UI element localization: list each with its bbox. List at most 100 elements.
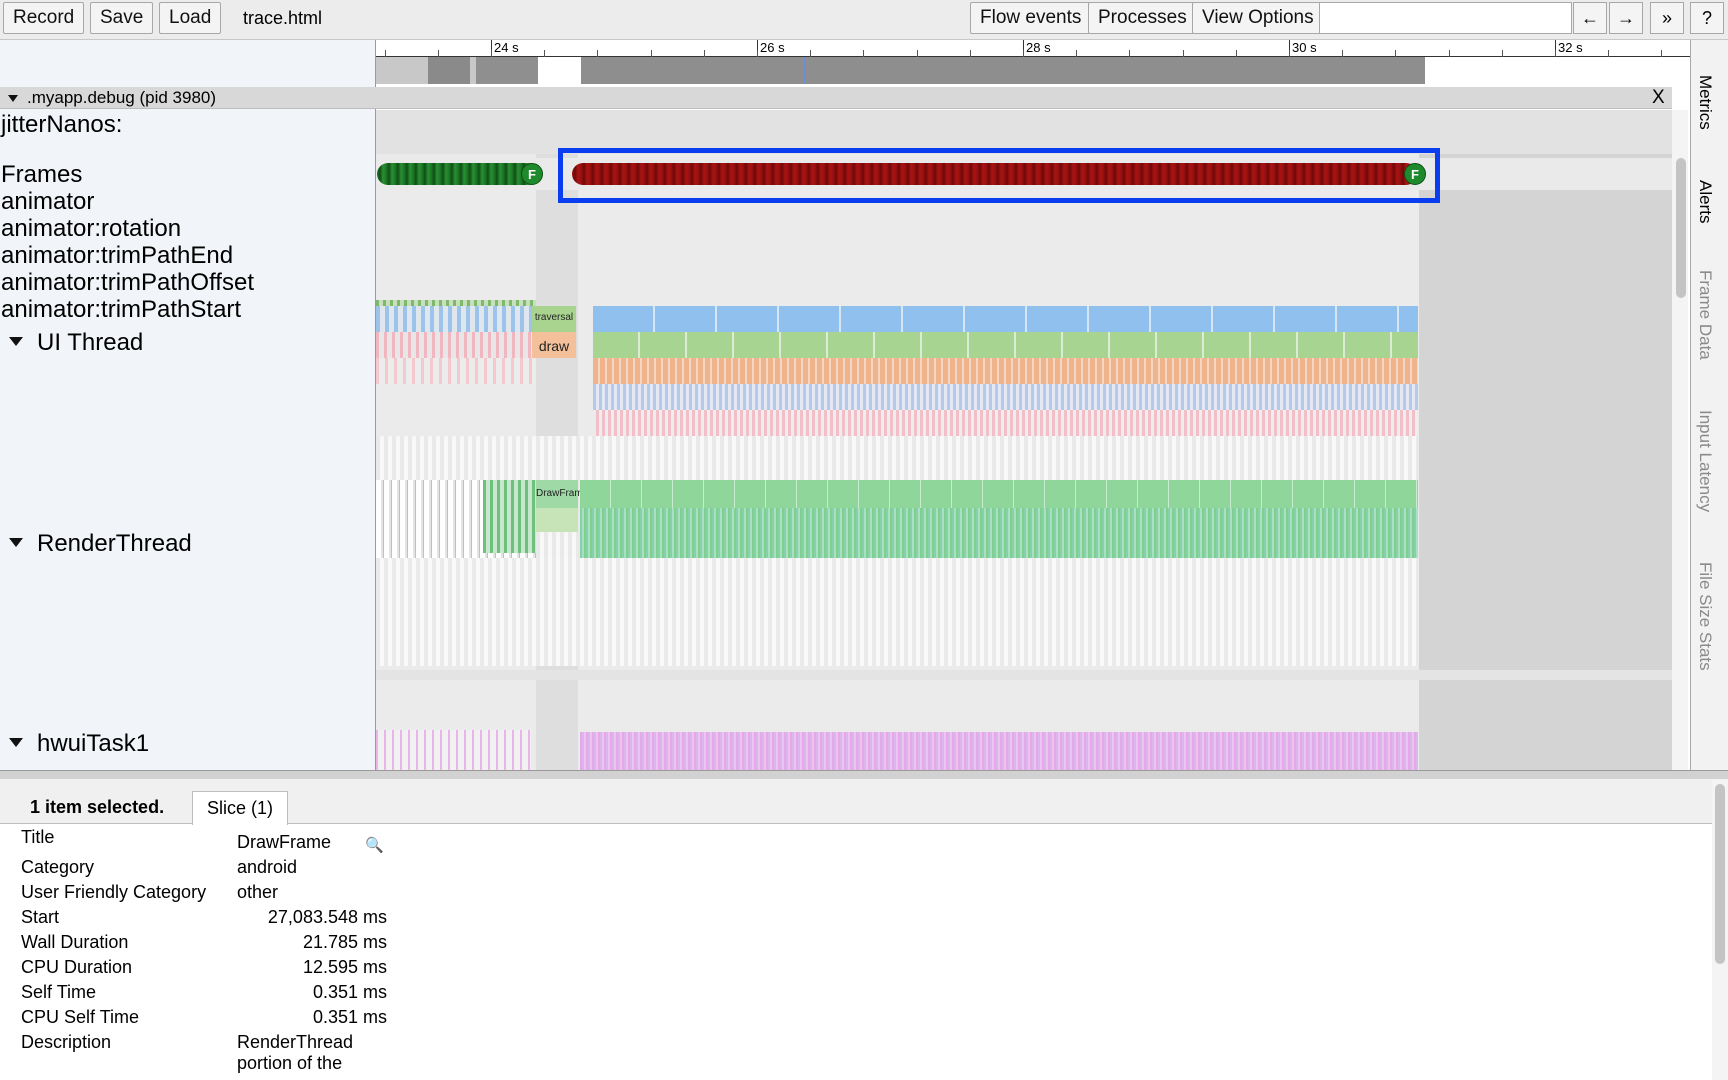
ruler-tick-label: 26 s <box>760 40 785 55</box>
ruler-minor-tick <box>757 50 758 57</box>
record-slices[interactable] <box>593 358 1418 384</box>
draw-label: draw <box>538 338 570 354</box>
side-tab-file-size-stats[interactable]: File Size Stats <box>1695 562 1715 671</box>
hwui-task-group[interactable]: hwuiTask1 <box>0 730 149 758</box>
tracks-scrollbar-thumb[interactable] <box>1676 158 1686 298</box>
property-key: Start <box>21 907 60 927</box>
trace-filename: trace.html <box>243 8 323 28</box>
view-options-button[interactable]: View Options <box>1192 2 1324 34</box>
track-label-panel: jitterNanos: Frames animator animator:ro… <box>0 40 376 770</box>
record-button[interactable]: Record <box>3 2 85 34</box>
property-value: 27,083.548 ms <box>267 907 387 927</box>
ui-thread-early-slices <box>376 332 536 358</box>
analysis-scrollbar[interactable] <box>1712 779 1728 1080</box>
search-icon[interactable]: 🔍 <box>365 836 384 854</box>
timeline-tracks[interactable]: F F traversal draw DrawFrame <box>376 110 1672 770</box>
property-row: CPU Duration 12.595 ms <box>0 957 420 982</box>
render-thread-sub-slices[interactable] <box>580 508 1418 558</box>
draw-slice[interactable]: draw <box>532 332 576 358</box>
ruler-minor-tick <box>1395 50 1396 57</box>
analysis-panel: 1 item selected. Slice (1) Title DrawFra… <box>0 779 1728 1080</box>
track-label-animator: animator <box>1 188 95 215</box>
save-button[interactable]: Save <box>90 2 154 34</box>
track-label-trim-path-end: animator:trimPathEnd <box>1 242 234 269</box>
processes-button[interactable]: Processes <box>1088 2 1197 34</box>
collapse-triangle-icon[interactable] <box>8 95 18 102</box>
ruler-tick-label: 30 s <box>1292 40 1317 55</box>
side-tab-frame-data[interactable]: Frame Data <box>1695 270 1715 360</box>
tracks-scrollbar[interactable] <box>1672 110 1688 770</box>
drawframe-label: DrawFrame <box>536 488 589 499</box>
time-ruler[interactable]: 24 s 26 s 28 s 30 s 32 s <box>376 40 1690 57</box>
property-row: Title DrawFrame <box>0 827 420 852</box>
overview-strip[interactable] <box>376 57 1690 84</box>
close-process-button[interactable]: X <box>1652 87 1665 109</box>
ruler-minor-tick <box>385 50 386 57</box>
property-key: Self Time <box>21 982 97 1002</box>
property-key: Description <box>21 1032 112 1052</box>
property-key: User Friendly Category <box>21 882 207 902</box>
property-row: User Friendly Category other <box>0 882 420 907</box>
side-tab-input-latency[interactable]: Input Latency <box>1695 410 1715 512</box>
ui-thread-early-slices <box>376 306 536 332</box>
frame-marker[interactable]: F <box>521 163 543 185</box>
property-key: Wall Duration <box>21 932 129 952</box>
render-thread-label: RenderThread <box>37 530 192 557</box>
tab-slice[interactable]: Slice (1) <box>192 791 289 825</box>
expand-triangle-icon[interactable] <box>9 738 23 748</box>
render-thread-group[interactable]: RenderThread <box>0 530 192 558</box>
sync-slices[interactable] <box>593 384 1418 410</box>
traversal-slice[interactable]: traversal <box>532 306 576 332</box>
flow-events-button[interactable]: Flow events <box>970 2 1092 34</box>
selection-highlight <box>558 148 1440 203</box>
help-button[interactable]: ? <box>1690 2 1724 34</box>
find-next-button[interactable]: → <box>1609 2 1643 34</box>
toolbar: Record Save Load trace.html Flow events … <box>0 0 1728 40</box>
property-key: Title <box>21 827 55 847</box>
expand-triangle-icon[interactable] <box>9 538 23 548</box>
hwui-task-header <box>376 670 1672 680</box>
side-panel: Metrics Alerts Frame Data Input Latency … <box>1690 40 1728 770</box>
selection-summary: 1 item selected. <box>30 797 165 817</box>
ruler-minor-tick <box>651 50 652 57</box>
panel-resize-handle[interactable] <box>0 770 1728 779</box>
property-row: Start 27,083.548 ms <box>0 907 420 932</box>
drawframe-slice[interactable]: DrawFrame <box>536 480 589 508</box>
ruler-minor-tick <box>1236 50 1237 57</box>
more-button[interactable]: » <box>1650 2 1684 34</box>
process-header[interactable]: .myapp.debug (pid 3980) X <box>0 87 1672 109</box>
ruler-minor-tick <box>1129 50 1130 57</box>
measure-slices[interactable] <box>596 410 1418 436</box>
overview-svg <box>376 57 1690 84</box>
side-tab-metrics[interactable]: Metrics <box>1695 75 1715 130</box>
find-input[interactable] <box>1319 2 1572 34</box>
expand-triangle-icon[interactable] <box>9 337 23 347</box>
ruler-tick-label: 24 s <box>494 40 519 55</box>
ruler-minor-tick <box>1661 50 1662 57</box>
property-key: CPU Duration <box>21 957 133 977</box>
ui-thread-group[interactable]: UI Thread <box>0 329 143 357</box>
drawframe-child-slice[interactable] <box>536 508 578 532</box>
ruler-minor-tick <box>863 50 864 57</box>
track-label-trim-path-start: animator:trimPathStart <box>1 296 242 323</box>
property-value: RenderThread portion of the <box>237 1032 354 1073</box>
traversal-slices[interactable] <box>593 306 1418 332</box>
good-frames-bar[interactable] <box>377 163 540 185</box>
ruler-minor-tick <box>1023 50 1024 57</box>
drawframe-slices[interactable] <box>580 480 1418 508</box>
ruler-tick-label: 28 s <box>1026 40 1051 55</box>
ruler-minor-tick <box>1502 50 1503 57</box>
load-button[interactable]: Load <box>159 2 222 34</box>
draw-slices[interactable] <box>593 332 1418 358</box>
property-row: Wall Duration 21.785 ms <box>0 932 420 957</box>
property-value: 21.785 ms <box>302 932 387 952</box>
hwui-task-slices[interactable] <box>580 732 1418 770</box>
analysis-tab-bar: 1 item selected. Slice (1) <box>0 779 1712 825</box>
analysis-scrollbar-thumb[interactable] <box>1715 784 1725 964</box>
find-previous-button[interactable]: ← <box>1573 2 1607 34</box>
traversal-label: traversal <box>534 312 574 323</box>
ruler-minor-tick <box>1342 50 1343 57</box>
property-row: Self Time 0.351 ms <box>0 982 420 1007</box>
ruler-minor-tick <box>491 50 492 57</box>
side-tab-alerts[interactable]: Alerts <box>1695 180 1715 223</box>
